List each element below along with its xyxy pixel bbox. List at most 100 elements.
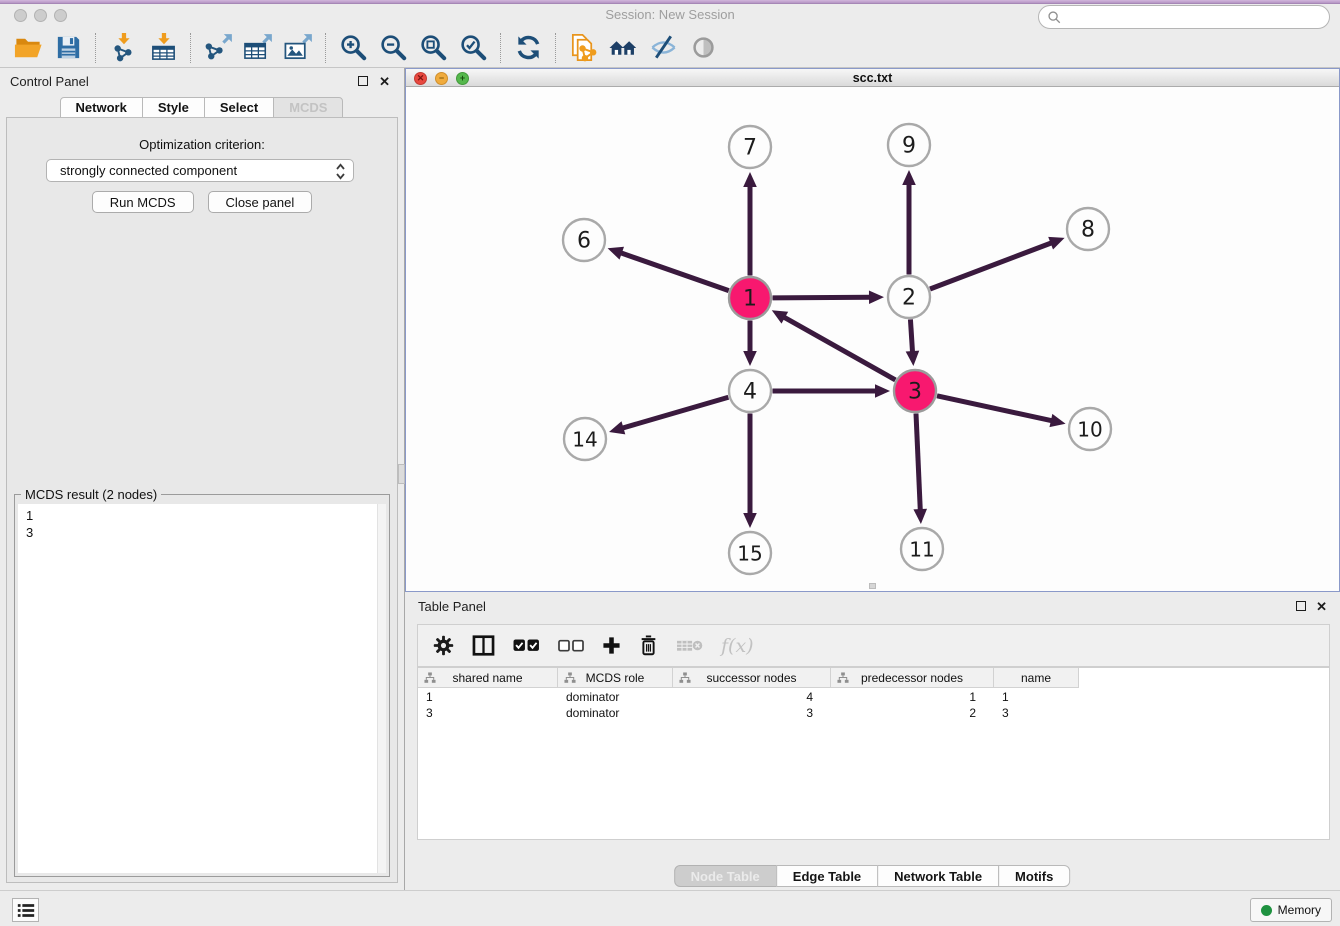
save-session-icon[interactable] [48, 31, 88, 65]
node-label: 14 [572, 428, 597, 452]
search-icon [1047, 10, 1062, 25]
first-neighbors-icon[interactable] [603, 31, 643, 65]
vertical-splitter-grip[interactable] [398, 464, 405, 484]
refresh-icon[interactable] [508, 31, 548, 65]
network-view-window: ✕ − + scc.txt 7968124314101511 [405, 68, 1340, 592]
add-icon[interactable] [602, 636, 621, 655]
node-table[interactable]: shared name MCDS role successor nodes prede… [417, 667, 1330, 840]
toolbar-separator [190, 33, 191, 63]
arrowhead-icon [902, 170, 916, 185]
tab-mcds[interactable]: MCDS [273, 97, 343, 118]
arrowhead-icon [875, 384, 890, 398]
edge-3-1[interactable] [783, 317, 895, 380]
search-input[interactable] [1062, 10, 1329, 24]
node-label: 1 [743, 287, 757, 312]
optimization-criterion-label: Optimization criterion: [7, 137, 397, 152]
arrowhead-icon [743, 513, 757, 528]
tab-network[interactable]: Network [60, 97, 143, 118]
export-table-icon[interactable] [238, 31, 278, 65]
open-session-icon[interactable] [8, 31, 48, 65]
zoom-in-icon[interactable] [333, 31, 373, 65]
toolbar-separator [500, 33, 501, 63]
tab-network-table[interactable]: Network Table [877, 865, 999, 887]
close-panel-icon[interactable]: ✕ [379, 75, 390, 88]
column-header-predecessor-nodes[interactable]: predecessor nodes [831, 668, 994, 688]
mcds-result-values: 13 [18, 504, 386, 544]
edge-3-11[interactable] [916, 413, 920, 511]
select-all-icon[interactable] [513, 638, 540, 653]
memory-button[interactable]: Memory [1250, 898, 1332, 922]
table-row[interactable]: 3dominator323 [418, 705, 1079, 721]
import-network-icon[interactable] [103, 31, 143, 65]
control-panel: Control Panel ✕ NetworkStyleSelectMCDS O… [0, 68, 405, 890]
close-table-panel-icon[interactable]: ✕ [1316, 600, 1327, 613]
tab-node-table[interactable]: Node Table [674, 865, 777, 887]
zoom-selected-icon[interactable] [453, 31, 493, 65]
column-header-label: name [1021, 671, 1051, 685]
edge-3-10[interactable] [937, 396, 1053, 421]
run-mcds-button[interactable]: Run MCDS [92, 191, 194, 213]
main-toolbar [0, 28, 1340, 68]
table-row[interactable]: 1dominator411 [418, 689, 1079, 705]
mcds-result-textarea[interactable]: 13 [18, 504, 386, 873]
table-cell: dominator [558, 705, 673, 721]
node-label: 4 [743, 380, 757, 405]
float-panel-icon[interactable] [358, 76, 368, 86]
arrowhead-icon [608, 247, 624, 260]
result-scrollbar[interactable] [377, 504, 386, 873]
column-header-label: predecessor nodes [861, 671, 963, 685]
column-header-successor-nodes[interactable]: successor nodes [673, 668, 831, 688]
column-tree-icon [679, 672, 691, 684]
arrowhead-icon [1049, 414, 1065, 427]
table-header-row: shared name MCDS role successor nodes prede… [418, 668, 1079, 688]
table-cell: 1 [831, 689, 994, 705]
column-header-shared-name[interactable]: shared name [418, 668, 558, 688]
mcds-result-line: 3 [26, 524, 378, 541]
optimization-criterion-select[interactable]: strongly connected component [46, 159, 354, 182]
network-graph: 7968124314101511 [406, 87, 1338, 590]
new-network-from-selection-icon[interactable] [563, 31, 603, 65]
mcds-result-line: 1 [26, 507, 378, 524]
column-header-label: MCDS role [586, 671, 645, 685]
network-window-titlebar[interactable]: ✕ − + scc.txt [406, 69, 1339, 87]
show-all-icon[interactable] [683, 31, 723, 65]
edge-4-14[interactable] [621, 397, 728, 428]
horizontal-splitter-grip[interactable] [869, 583, 876, 589]
edge-2-3[interactable] [910, 319, 912, 353]
table-tabs: Node TableEdge TableNetwork TableMotifs [675, 865, 1071, 887]
search-box[interactable] [1038, 5, 1330, 29]
tab-edge-table[interactable]: Edge Table [776, 865, 878, 887]
column-header-label: successor nodes [706, 671, 796, 685]
settings-gear-icon[interactable] [433, 635, 454, 656]
table-toolbar: f(x) [417, 624, 1330, 667]
edge-1-2[interactable] [772, 297, 871, 298]
close-panel-button[interactable]: Close panel [208, 191, 313, 213]
tab-select[interactable]: Select [204, 97, 274, 118]
float-table-panel-icon[interactable] [1296, 601, 1306, 611]
zoom-out-icon[interactable] [373, 31, 413, 65]
table-cell: 1 [418, 689, 558, 705]
tab-style[interactable]: Style [142, 97, 205, 118]
export-network-icon[interactable] [198, 31, 238, 65]
arrowhead-icon [743, 172, 757, 187]
edge-2-8[interactable] [930, 242, 1052, 289]
hide-selected-icon[interactable] [643, 31, 683, 65]
table-panel: Table Panel ✕ f(x) shared nameMCDS roles… [405, 592, 1340, 890]
dropdown-value: strongly connected component [60, 163, 237, 178]
tab-motifs[interactable]: Motifs [998, 865, 1070, 887]
column-header-MCDS-role[interactable]: MCDS role [558, 668, 673, 688]
mcds-result-group: MCDS result (2 nodes) 13 [14, 494, 390, 877]
toolbar-separator [555, 33, 556, 63]
application-window: Session: New Session Control Panel ✕ Net… [0, 0, 1340, 926]
export-image-icon[interactable] [278, 31, 318, 65]
delete-icon[interactable] [639, 635, 658, 656]
chevron-up-down-icon [335, 162, 346, 184]
deselect-all-icon[interactable] [558, 639, 584, 653]
column-header-name[interactable]: name [994, 668, 1079, 688]
network-canvas[interactable]: 7968124314101511 [406, 87, 1339, 591]
show-columns-icon[interactable] [472, 635, 495, 656]
task-history-button[interactable] [12, 898, 39, 922]
zoom-fit-icon[interactable] [413, 31, 453, 65]
edge-1-6[interactable] [620, 253, 729, 291]
import-table-icon[interactable] [143, 31, 183, 65]
